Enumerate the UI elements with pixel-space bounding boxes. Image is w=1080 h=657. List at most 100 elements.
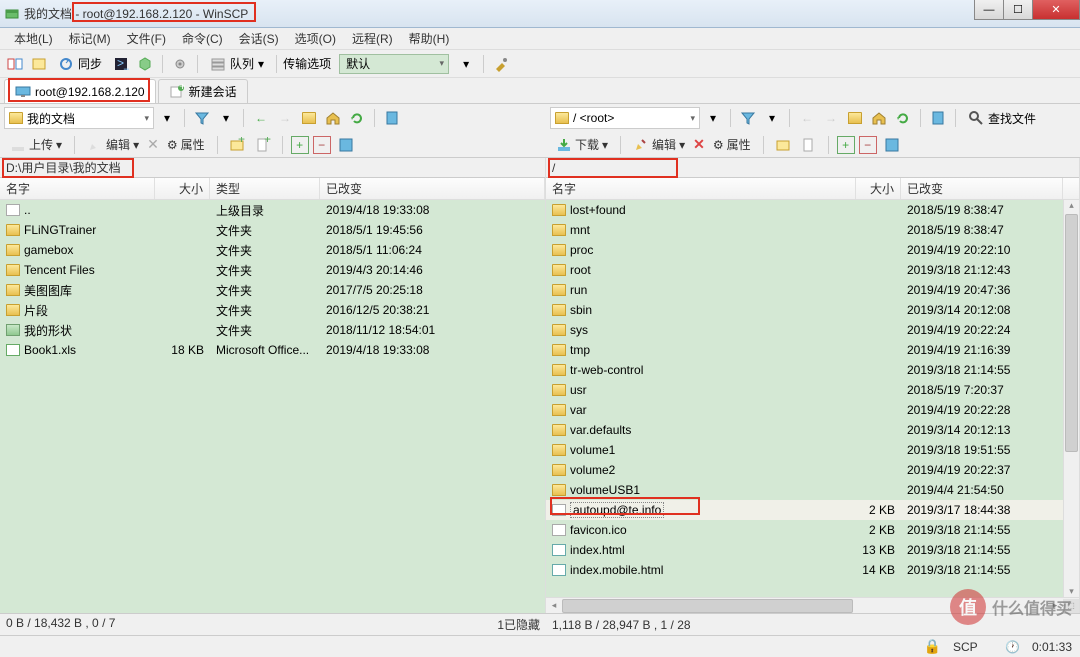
right-location-box[interactable]: / <root> — [550, 107, 700, 129]
list-item[interactable]: lost+found2018/5/19 8:38:47 — [546, 200, 1063, 220]
delete-icon-right[interactable]: ✕ — [693, 136, 705, 153]
new-folder-icon-r[interactable] — [772, 134, 794, 156]
menu-command[interactable]: 命令(C) — [174, 28, 231, 49]
left-dropdown2-icon[interactable]: ▾ — [215, 107, 237, 129]
delete-icon[interactable]: ✕ — [147, 136, 159, 153]
left-dropdown-icon[interactable]: ▾ — [156, 107, 178, 129]
list-item[interactable]: proc2019/4/19 20:22:10 — [546, 240, 1063, 260]
left-filter-icon[interactable] — [191, 107, 213, 129]
left-home-icon[interactable] — [322, 107, 344, 129]
new-session-tab[interactable]: + 新建会话 — [158, 79, 248, 103]
left-bookmark-icon[interactable] — [381, 107, 403, 129]
left-forward-icon[interactable]: → — [274, 107, 296, 129]
new-folder-icon[interactable]: + — [226, 134, 248, 156]
props-button-right[interactable]: ⚙ 属性 — [709, 134, 755, 155]
left-up-icon[interactable] — [298, 107, 320, 129]
right-up-icon[interactable] — [844, 107, 866, 129]
close-button[interactable]: ✕ — [1032, 0, 1080, 20]
menu-local[interactable]: 本地(L) — [6, 28, 61, 49]
list-item[interactable]: var2019/4/19 20:22:28 — [546, 400, 1063, 420]
view-icon-r[interactable] — [881, 134, 903, 156]
edit-button-right[interactable]: 编辑 ▾ — [629, 134, 689, 155]
view-icon[interactable] — [335, 134, 357, 156]
plus-icon[interactable]: + — [291, 136, 309, 154]
col-name[interactable]: 名字 — [546, 178, 856, 199]
list-item[interactable]: var.defaults2019/3/14 20:12:13 — [546, 420, 1063, 440]
toolbar-terminal-icon[interactable]: >_ — [110, 53, 132, 75]
toolbar-icon-1[interactable] — [4, 53, 26, 75]
list-item[interactable]: mnt2018/5/19 8:38:47 — [546, 220, 1063, 240]
minimize-button[interactable]: — — [974, 0, 1004, 20]
edit-button-left[interactable]: 编辑 ▾ — [83, 134, 143, 155]
list-item[interactable]: ..上级目录2019/4/18 19:33:08 — [0, 200, 545, 220]
list-item[interactable]: index.html13 KB2019/3/18 21:14:55 — [546, 540, 1063, 560]
toolbar-gear-icon[interactable] — [169, 53, 191, 75]
list-item[interactable]: Book1.xls18 KBMicrosoft Office...2019/4/… — [0, 340, 545, 360]
list-item[interactable]: sbin2019/3/14 20:12:08 — [546, 300, 1063, 320]
right-file-list[interactable]: lost+found2018/5/19 8:38:47mnt2018/5/19 … — [546, 200, 1063, 597]
right-bookmark-icon[interactable] — [927, 107, 949, 129]
sync-button[interactable]: 同步 — [52, 53, 108, 74]
col-mod[interactable]: 已改变 — [320, 178, 545, 199]
right-dropdown2-icon[interactable]: ▾ — [761, 107, 783, 129]
toolbar-tool-icon[interactable] — [490, 53, 512, 75]
list-item[interactable]: Tencent Files文件夹2019/4/3 20:14:46 — [0, 260, 545, 280]
list-item[interactable]: autoupd@te.info2 KB2019/3/17 18:44:38 — [546, 500, 1063, 520]
col-size[interactable]: 大小 — [155, 178, 210, 199]
list-item[interactable]: 美图图库文件夹2017/7/5 20:25:18 — [0, 280, 545, 300]
toolbar-icon-2[interactable] — [28, 53, 50, 75]
right-refresh-icon[interactable] — [892, 107, 914, 129]
download-button[interactable]: 下载 ▾ — [552, 134, 612, 155]
right-filter-icon[interactable] — [737, 107, 759, 129]
menu-file[interactable]: 文件(F) — [119, 28, 174, 49]
plus-icon-r[interactable]: + — [837, 136, 855, 154]
menu-session[interactable]: 会话(S) — [231, 28, 287, 49]
new-file-icon[interactable]: + — [252, 134, 274, 156]
left-back-icon[interactable]: ← — [250, 107, 272, 129]
transfer-settings-icon[interactable]: ▾ — [455, 53, 477, 75]
find-button[interactable]: 查找文件 — [962, 108, 1042, 129]
list-item[interactable]: volumeUSB12019/4/4 21:54:50 — [546, 480, 1063, 500]
list-item[interactable]: volume22019/4/19 20:22:37 — [546, 460, 1063, 480]
list-item[interactable]: root2019/3/18 21:12:43 — [546, 260, 1063, 280]
col-mod[interactable]: 已改变 — [901, 178, 1063, 199]
session-tab-active[interactable]: root@192.168.2.120 — [4, 79, 156, 103]
col-type[interactable]: 类型 — [210, 178, 320, 199]
list-item[interactable]: favicon.ico2 KB2019/3/18 21:14:55 — [546, 520, 1063, 540]
left-location-box[interactable]: 我的文档 — [4, 107, 154, 129]
list-item[interactable]: tr-web-control2019/3/18 21:14:55 — [546, 360, 1063, 380]
scrollbar-thumb[interactable] — [1065, 214, 1078, 452]
list-item[interactable]: sys2019/4/19 20:22:24 — [546, 320, 1063, 340]
toolbar-sync2-icon[interactable] — [134, 53, 156, 75]
right-forward-icon[interactable]: → — [820, 107, 842, 129]
list-item[interactable]: run2019/4/19 20:47:36 — [546, 280, 1063, 300]
upload-button[interactable]: 上传 ▾ — [6, 134, 66, 155]
new-file-icon-r[interactable] — [798, 134, 820, 156]
list-item[interactable]: FLiNGTrainer文件夹2018/5/1 19:45:56 — [0, 220, 545, 240]
queue-button[interactable]: 队列 ▾ — [204, 53, 270, 74]
left-refresh-icon[interactable] — [346, 107, 368, 129]
menu-mark[interactable]: 标记(M) — [61, 28, 119, 49]
minus-icon[interactable]: − — [313, 136, 331, 154]
list-item[interactable]: index.mobile.html14 KB2019/3/18 21:14:55 — [546, 560, 1063, 580]
left-file-list[interactable]: ..上级目录2019/4/18 19:33:08FLiNGTrainer文件夹2… — [0, 200, 545, 613]
right-home-icon[interactable] — [868, 107, 890, 129]
menu-options[interactable]: 选项(O) — [287, 28, 344, 49]
maximize-button[interactable]: ☐ — [1003, 0, 1033, 20]
list-item[interactable]: gamebox文件夹2018/5/1 11:06:24 — [0, 240, 545, 260]
menu-help[interactable]: 帮助(H) — [401, 28, 458, 49]
transfer-dropdown[interactable]: 默认 — [339, 54, 449, 74]
list-item[interactable]: tmp2019/4/19 21:16:39 — [546, 340, 1063, 360]
col-size[interactable]: 大小 — [856, 178, 901, 199]
props-button-left[interactable]: ⚙ 属性 — [163, 134, 209, 155]
list-item[interactable]: usr2018/5/19 7:20:37 — [546, 380, 1063, 400]
right-scrollbar[interactable]: ▴ ▾ — [1063, 200, 1079, 597]
right-back-icon[interactable]: ← — [796, 107, 818, 129]
right-dropdown-icon[interactable]: ▾ — [702, 107, 724, 129]
list-item[interactable]: volume12019/3/18 19:51:55 — [546, 440, 1063, 460]
col-name[interactable]: 名字 — [0, 178, 155, 199]
list-item[interactable]: 我的形状文件夹2018/11/12 18:54:01 — [0, 320, 545, 340]
menu-remote[interactable]: 远程(R) — [344, 28, 401, 49]
minus-icon-r[interactable]: − — [859, 136, 877, 154]
list-item[interactable]: 片段文件夹2016/12/5 20:38:21 — [0, 300, 545, 320]
